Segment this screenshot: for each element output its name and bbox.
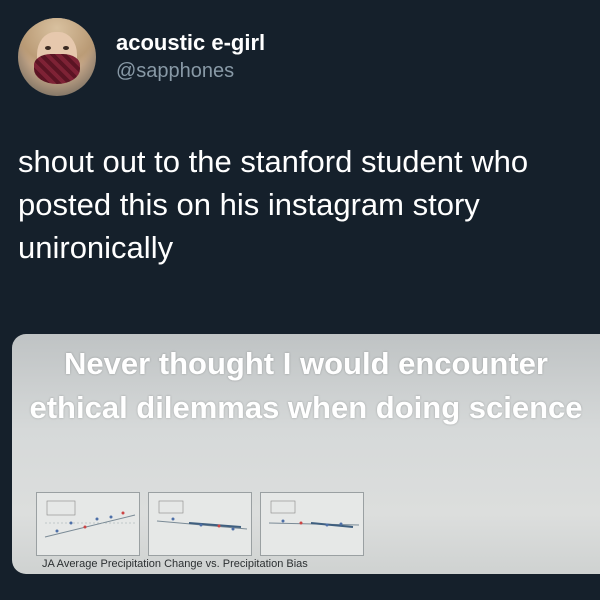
user-handle[interactable]: @sapphones bbox=[116, 58, 265, 84]
scatter-plot-thumbnail-2 bbox=[148, 492, 252, 556]
plot-caption: JA Average Precipitation Change vs. Prec… bbox=[42, 558, 308, 570]
scatter-plot-thumbnail-3 bbox=[260, 492, 364, 556]
author-names: acoustic e-girl @sapphones bbox=[116, 30, 265, 84]
avatar-eye-right bbox=[63, 46, 69, 50]
story-caption: Never thought I would encounter ethical … bbox=[29, 346, 583, 425]
display-name[interactable]: acoustic e-girl bbox=[116, 30, 265, 56]
avatar-mask bbox=[34, 54, 80, 84]
tweet-header: acoustic e-girl @sapphones bbox=[18, 18, 265, 96]
tweet-text: shout out to the stanford student who po… bbox=[18, 144, 529, 265]
scatter-plot-3-graphic bbox=[268, 500, 360, 528]
avatar[interactable] bbox=[18, 18, 96, 96]
scatter-plot-2-graphic bbox=[156, 500, 248, 531]
scatter-plot-thumbnail-1 bbox=[36, 492, 140, 556]
tweet: acoustic e-girl @sapphones shout out to … bbox=[0, 0, 600, 600]
avatar-eye-left bbox=[45, 46, 51, 50]
scatter-plot-thumbnails bbox=[36, 492, 556, 556]
tweet-media-image[interactable]: Never thought I would encounter ethical … bbox=[12, 334, 600, 574]
scatter-plot-1-graphic bbox=[44, 500, 136, 538]
